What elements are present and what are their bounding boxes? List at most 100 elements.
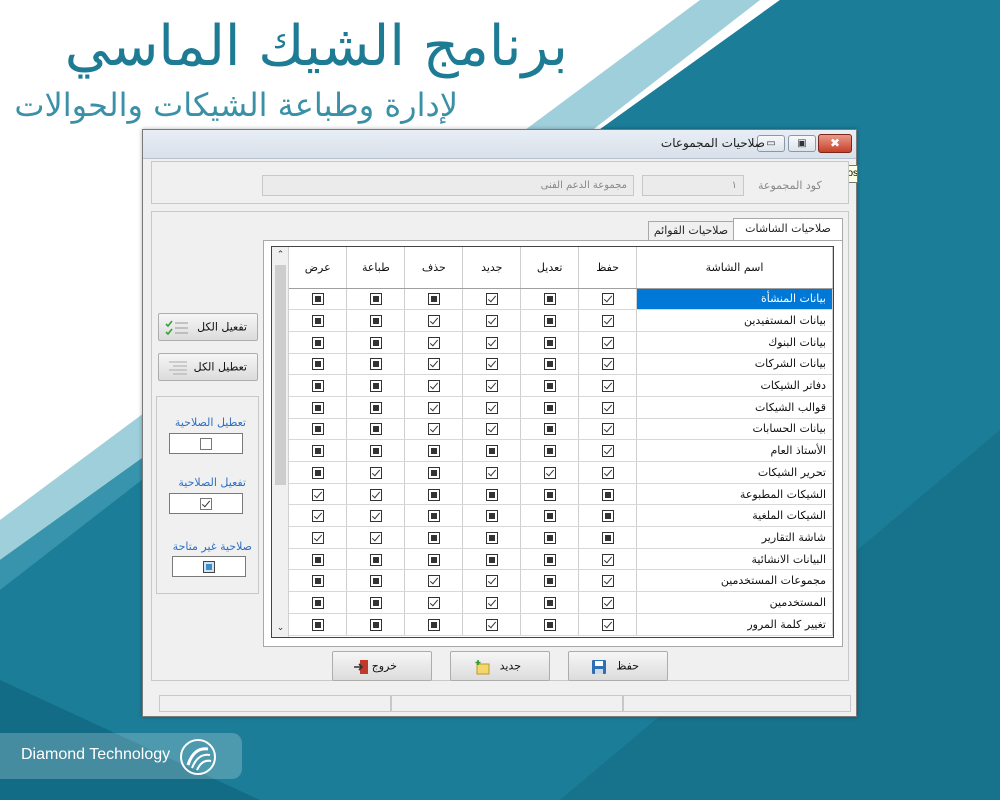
- perm-cell-delete[interactable]: [404, 591, 464, 614]
- perm-cell-delete[interactable]: [404, 613, 464, 636]
- perm-cell-new[interactable]: [462, 613, 522, 636]
- permission-checkbox[interactable]: [311, 358, 324, 371]
- perm-cell-print[interactable]: [346, 309, 406, 332]
- permission-checkbox[interactable]: [369, 488, 382, 501]
- perm-cell-save[interactable]: [578, 396, 638, 419]
- permission-checkbox[interactable]: [311, 510, 324, 523]
- perm-cell-new[interactable]: [462, 483, 522, 506]
- permission-checkbox[interactable]: [543, 553, 556, 566]
- enable-all-button[interactable]: تفعيل الكل: [158, 313, 258, 341]
- perm-cell-view[interactable]: [289, 439, 348, 462]
- perm-cell-delete[interactable]: [404, 461, 464, 484]
- perm-cell-save[interactable]: [578, 526, 638, 549]
- perm-cell-new[interactable]: [462, 548, 522, 571]
- perm-cell-view[interactable]: [289, 288, 348, 311]
- table-row[interactable]: شاشة التقارير: [289, 526, 833, 549]
- screen-name-cell[interactable]: مجموعات المستخدمين: [636, 569, 833, 593]
- column-header-edit[interactable]: تعديل: [520, 247, 580, 289]
- table-row[interactable]: بيانات الشركات: [289, 353, 833, 376]
- perm-cell-delete[interactable]: [404, 526, 464, 549]
- perm-cell-view[interactable]: [289, 526, 348, 549]
- perm-cell-delete[interactable]: [404, 504, 464, 528]
- group-name-field[interactable]: مجموعة الدعم الفنى: [262, 175, 634, 196]
- permission-checkbox[interactable]: [601, 510, 614, 523]
- perm-cell-new[interactable]: [462, 374, 522, 397]
- permission-checkbox[interactable]: [427, 488, 440, 501]
- table-row[interactable]: مجموعات المستخدمين: [289, 569, 833, 593]
- table-row[interactable]: الشيكات الملغية: [289, 504, 833, 528]
- perm-cell-print[interactable]: [346, 504, 406, 528]
- table-row[interactable]: بيانات المنشأة: [289, 288, 833, 311]
- screen-name-cell[interactable]: الشيكات الملغية: [636, 504, 833, 528]
- screen-name-cell[interactable]: دفاتر الشيكات: [636, 374, 833, 397]
- screen-name-cell[interactable]: بيانات المنشأة: [636, 288, 833, 311]
- perm-cell-save[interactable]: [578, 288, 638, 311]
- perm-cell-delete[interactable]: [404, 483, 464, 506]
- permission-checkbox[interactable]: [369, 315, 382, 328]
- perm-cell-print[interactable]: [346, 613, 406, 636]
- permission-checkbox[interactable]: [369, 466, 382, 479]
- perm-cell-edit[interactable]: [520, 461, 580, 484]
- permission-checkbox[interactable]: [543, 488, 556, 501]
- perm-cell-edit[interactable]: [520, 483, 580, 506]
- permission-checkbox[interactable]: [427, 553, 440, 566]
- perm-cell-delete[interactable]: [404, 418, 464, 441]
- perm-cell-save[interactable]: [578, 353, 638, 376]
- column-header-new[interactable]: جديد: [462, 247, 522, 289]
- permission-checkbox[interactable]: [601, 575, 614, 588]
- disable-all-button[interactable]: تعطيل الكل: [158, 353, 258, 381]
- permission-checkbox[interactable]: [485, 315, 498, 328]
- grid-scrollbar[interactable]: ⌃ ⌄: [272, 247, 289, 637]
- table-row[interactable]: المستخدمين: [289, 591, 833, 614]
- perm-cell-print[interactable]: [346, 331, 406, 354]
- permission-checkbox[interactable]: [427, 401, 440, 414]
- permission-checkbox[interactable]: [543, 423, 556, 436]
- tab-menus[interactable]: صلاحيات القوائم: [648, 221, 734, 241]
- permission-checkbox[interactable]: [427, 575, 440, 588]
- permission-checkbox[interactable]: [311, 423, 324, 436]
- perm-cell-delete[interactable]: [404, 331, 464, 354]
- permission-checkbox[interactable]: [369, 575, 382, 588]
- perm-cell-save[interactable]: [578, 591, 638, 614]
- permission-checkbox[interactable]: [369, 358, 382, 371]
- permission-checkbox[interactable]: [369, 531, 382, 544]
- perm-cell-print[interactable]: [346, 591, 406, 614]
- permission-checkbox[interactable]: [427, 510, 440, 523]
- screen-name-cell[interactable]: بيانات البنوك: [636, 331, 833, 354]
- perm-cell-save[interactable]: [578, 483, 638, 506]
- column-header-save[interactable]: حفظ: [578, 247, 638, 289]
- exit-button[interactable]: خروج: [332, 651, 432, 681]
- screen-name-cell[interactable]: المستخدمين: [636, 591, 833, 614]
- permission-checkbox[interactable]: [601, 618, 614, 631]
- perm-cell-edit[interactable]: [520, 504, 580, 528]
- permission-checkbox[interactable]: [311, 553, 324, 566]
- permission-checkbox[interactable]: [543, 510, 556, 523]
- perm-cell-print[interactable]: [346, 461, 406, 484]
- permission-checkbox[interactable]: [369, 445, 382, 458]
- perm-cell-view[interactable]: [289, 613, 348, 636]
- perm-cell-delete[interactable]: [404, 374, 464, 397]
- permission-checkbox[interactable]: [427, 618, 440, 631]
- screen-name-cell[interactable]: الشيكات المطبوعة: [636, 483, 833, 506]
- perm-cell-print[interactable]: [346, 396, 406, 419]
- table-row[interactable]: دفاتر الشيكات: [289, 374, 833, 397]
- permission-checkbox[interactable]: [427, 315, 440, 328]
- perm-cell-edit[interactable]: [520, 548, 580, 571]
- permission-checkbox[interactable]: [427, 293, 440, 306]
- permission-checkbox[interactable]: [427, 445, 440, 458]
- perm-cell-new[interactable]: [462, 418, 522, 441]
- permission-checkbox[interactable]: [427, 466, 440, 479]
- permission-checkbox[interactable]: [601, 401, 614, 414]
- permission-checkbox[interactable]: [543, 531, 556, 544]
- screen-name-cell[interactable]: الأستاذ العام: [636, 439, 833, 462]
- perm-cell-edit[interactable]: [520, 374, 580, 397]
- scroll-up-icon[interactable]: ⌃: [272, 247, 289, 264]
- permission-checkbox[interactable]: [485, 618, 498, 631]
- save-button[interactable]: حفظ: [568, 651, 668, 681]
- permission-checkbox[interactable]: [543, 293, 556, 306]
- table-row[interactable]: البيانات الانشائية: [289, 548, 833, 571]
- perm-cell-print[interactable]: [346, 439, 406, 462]
- permission-checkbox[interactable]: [427, 336, 440, 349]
- permission-checkbox[interactable]: [369, 401, 382, 414]
- perm-cell-edit[interactable]: [520, 331, 580, 354]
